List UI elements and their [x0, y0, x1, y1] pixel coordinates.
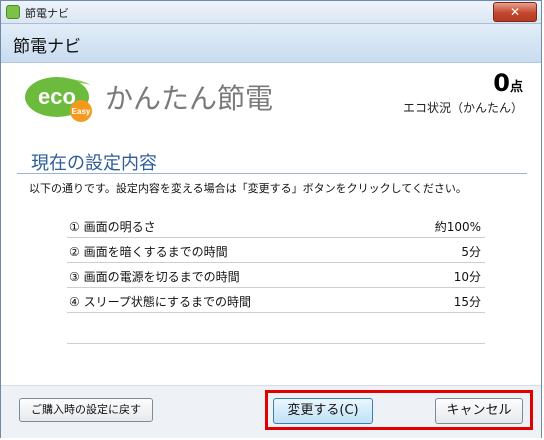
setting-label: ④ スリープ状態にするまでの時間 — [69, 295, 251, 309]
setting-label: ③ 画面の電源を切るまでの時間 — [69, 270, 240, 284]
footer-bar: ご購入時の設定に戻す 変更する(C) キャンセル — [1, 385, 541, 438]
close-button[interactable]: ✕ — [493, 2, 537, 22]
section-divider — [17, 173, 527, 174]
list-divider — [67, 343, 485, 344]
section-description: 以下の通りです。設定内容を変える場合は「変更する」ボタンをクリックしてください。 — [29, 182, 467, 195]
setting-value: 約100% — [434, 220, 481, 234]
score-unit: 点 — [509, 80, 523, 95]
setting-row-brightness: ① 画面の明るさ 約100% — [67, 213, 485, 238]
eco-title: かんたん節電 — [105, 82, 274, 115]
setting-row-sleep: ④ スリープ状態にするまでの時間 15分 — [67, 288, 485, 313]
header-bar: 節電ナビ — [1, 24, 541, 63]
eco-text: eco — [38, 84, 76, 109]
restore-defaults-button[interactable]: ご購入時の設定に戻す — [19, 398, 153, 422]
app-icon — [6, 5, 20, 19]
eco-score: 0点 エコ状況（かんたん） — [403, 69, 523, 116]
window-title: 節電ナビ — [25, 7, 69, 20]
cancel-button[interactable]: キャンセル — [435, 398, 523, 424]
score-label: エコ状況（かんたん） — [402, 101, 523, 115]
score-value: 0 — [493, 69, 510, 97]
section-title: 現在の設定内容 — [31, 153, 157, 174]
setting-value: 15分 — [453, 295, 481, 309]
header-title: 節電ナビ — [13, 37, 81, 57]
easy-text: Easy — [72, 107, 91, 116]
setting-label: ① 画面の明るさ — [69, 220, 156, 234]
setting-label: ② 画面を暗くするまでの時間 — [69, 245, 228, 259]
change-button[interactable]: 変更する(C) — [273, 398, 373, 424]
settings-list: ① 画面の明るさ 約100% ② 画面を暗くするまでの時間 5分 ③ 画面の電源… — [67, 213, 485, 313]
setting-value: 10分 — [453, 270, 481, 284]
app-window: 節電ナビ ✕ 節電ナビ eco Easy かんたん節電 0点 エコ状況（かんたん… — [0, 0, 542, 438]
title-bar: 節電ナビ ✕ — [1, 1, 541, 24]
setting-row-dim: ② 画面を暗くするまでの時間 5分 — [67, 238, 485, 263]
eco-logo: eco Easy — [25, 77, 92, 122]
setting-row-display-off: ③ 画面の電源を切るまでの時間 10分 — [67, 263, 485, 288]
setting-value: 5分 — [461, 245, 481, 259]
